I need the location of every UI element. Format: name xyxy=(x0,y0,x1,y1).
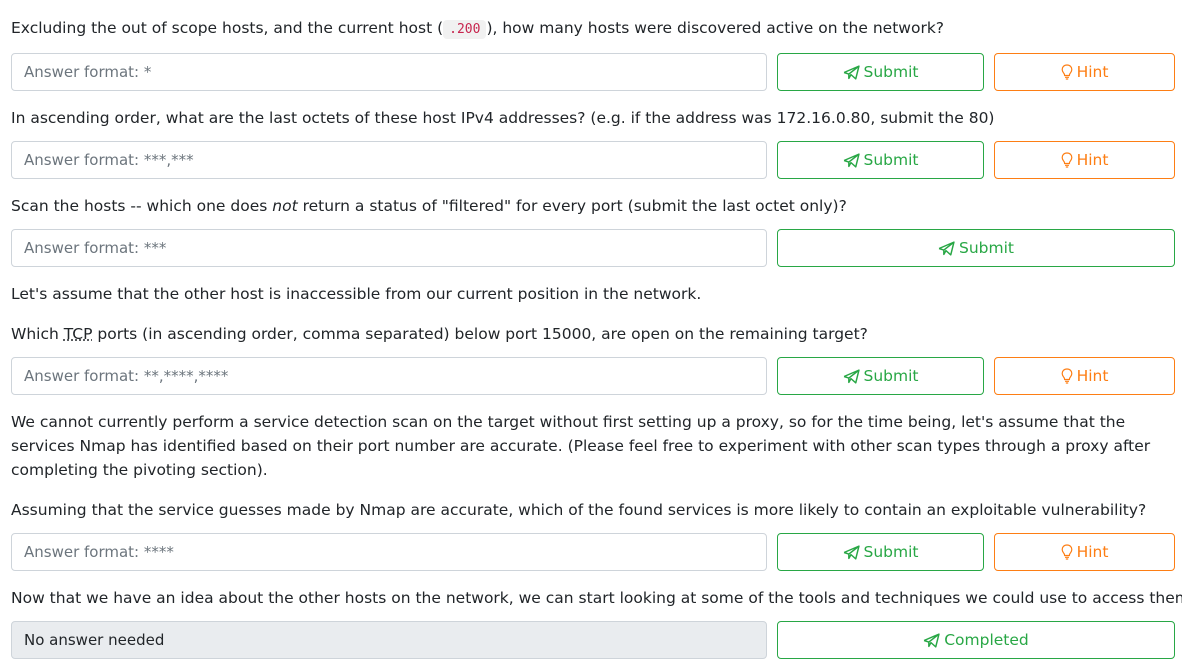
submit-button-4[interactable]: Submit xyxy=(777,357,984,395)
question-1-text: Excluding the out of scope hosts, and th… xyxy=(11,19,945,39)
hint-button-5[interactable]: Hint xyxy=(994,533,1175,571)
question-2-text: In ascending order, what are the last oc… xyxy=(11,109,995,127)
answer-input-6 xyxy=(11,621,767,659)
paper-plane-icon xyxy=(938,240,955,256)
answer-input-2[interactable] xyxy=(11,141,767,179)
host-code: .200 xyxy=(443,20,487,39)
lightbulb-icon xyxy=(1061,152,1072,168)
answer-input-1[interactable] xyxy=(11,53,767,91)
submit-button-1[interactable]: Submit xyxy=(777,53,984,91)
paper-plane-icon xyxy=(843,64,860,80)
question-6-text: Now that we have an idea about the other… xyxy=(11,589,1182,607)
emphasis-not: not xyxy=(272,197,298,215)
completed-button[interactable]: Completed xyxy=(777,621,1175,659)
hint-button-1[interactable]: Hint xyxy=(994,53,1175,91)
question-5-text: Assuming that the service guesses made b… xyxy=(11,501,1147,519)
question-3-text: Scan the hosts -- which one does not ret… xyxy=(11,197,847,215)
hint-button-4[interactable]: Hint xyxy=(994,357,1175,395)
paper-plane-icon xyxy=(923,632,940,648)
question-4-intro: Let's assume that the other host is inac… xyxy=(11,285,702,303)
tcp-abbreviation: TCP xyxy=(63,325,93,343)
paper-plane-icon xyxy=(843,544,860,560)
lightbulb-icon xyxy=(1061,64,1072,80)
answer-input-4[interactable] xyxy=(11,357,767,395)
question-5-intro: We cannot currently perform a service de… xyxy=(11,413,1151,479)
question-4-text: Which TCP ports (in ascending order, com… xyxy=(11,325,868,343)
paper-plane-icon xyxy=(843,368,860,384)
answer-input-3[interactable] xyxy=(11,229,767,267)
answer-input-5[interactable] xyxy=(11,533,767,571)
paper-plane-icon xyxy=(843,152,860,168)
submit-button-2[interactable]: Submit xyxy=(777,141,984,179)
lightbulb-icon xyxy=(1061,368,1072,384)
submit-button-5[interactable]: Submit xyxy=(777,533,984,571)
submit-button-3[interactable]: Submit xyxy=(777,229,1175,267)
hint-button-2[interactable]: Hint xyxy=(994,141,1175,179)
lightbulb-icon xyxy=(1061,544,1072,560)
